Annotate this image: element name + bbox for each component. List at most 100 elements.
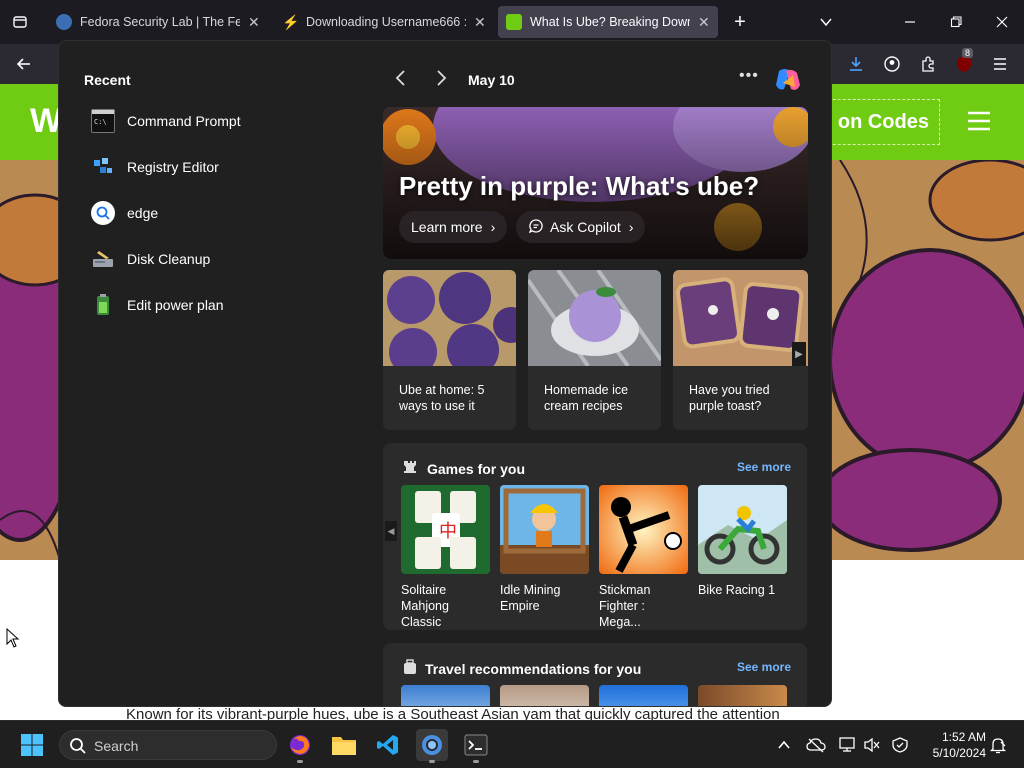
miner-image (500, 485, 589, 574)
chevron-right-icon: › (628, 219, 634, 235)
recent-item-command-prompt[interactable]: C:\ Command Prompt (91, 105, 341, 137)
windows-start-icon[interactable] (16, 729, 48, 761)
ask-copilot-label: Ask Copilot (550, 219, 621, 235)
travel-thumbnail[interactable] (599, 685, 688, 706)
restore-icon[interactable] (944, 10, 968, 34)
carousel-next-arrow[interactable]: ▶ (792, 342, 806, 366)
extensions-icon[interactable] (916, 52, 940, 76)
story-card-purple-toast[interactable]: Have you tried purple toast? (673, 270, 808, 430)
chevron-left-icon[interactable] (391, 69, 411, 91)
search-icon (91, 201, 115, 225)
recent-item-edit-power-plan[interactable]: Edit power plan (91, 289, 341, 321)
firefox-icon[interactable] (284, 729, 316, 763)
story-card-ice-cream[interactable]: Homemade ice cream recipes (528, 270, 661, 430)
recent-heading: Recent (84, 72, 131, 88)
plus-icon[interactable]: + (728, 10, 752, 34)
game-bike-racing-1[interactable]: Bike Racing 1 (698, 485, 787, 598)
ube-buns-image (383, 270, 516, 376)
ask-copilot-button[interactable]: Ask Copilot › (516, 211, 646, 243)
extension-badge: 8 (962, 48, 974, 58)
command-prompt-icon: C:\ (91, 109, 115, 133)
game-name: Idle Mining Empire (500, 583, 561, 613)
tab-downloading-username666[interactable]: ⚡ Downloading Username666 : In ✕ (274, 6, 496, 38)
file-explorer-icon[interactable] (328, 729, 360, 761)
minimize-icon[interactable] (898, 10, 922, 34)
carousel-prev-arrow[interactable]: ◀ (385, 521, 397, 541)
disk-cleanup-icon (91, 247, 115, 271)
tab-title: Fedora Security Lab | The Fedor (80, 15, 240, 29)
game-stickman-fighter[interactable]: Stickman Fighter : Mega... (599, 485, 688, 630)
travel-thumbnail[interactable] (698, 685, 787, 706)
taskbar-search-input[interactable] (94, 736, 264, 756)
game-name: Bike Racing 1 (698, 583, 776, 597)
recent-item-label: Command Prompt (127, 113, 241, 129)
close-tab-icon[interactable]: ✕ (698, 14, 710, 31)
game-name: Stickman Fighter : Mega... (599, 583, 651, 629)
recent-item-registry-editor[interactable]: Registry Editor (91, 151, 341, 183)
hamburger-menu-icon[interactable] (966, 110, 992, 137)
start-menu-panel: Recent C:\ Command Prompt Registry Edito… (58, 40, 832, 707)
hero-story-card[interactable]: Pretty in purple: What's ube? Learn more… (383, 107, 808, 259)
tab-overview-icon[interactable] (8, 10, 32, 34)
copilot-icon[interactable] (773, 65, 803, 95)
clock-time: 1:52 AM (941, 730, 986, 744)
hero-title: Pretty in purple: What's ube? (399, 171, 760, 201)
onedrive-offline-icon[interactable] (806, 735, 826, 755)
learn-more-label: Learn more (411, 219, 483, 235)
story-card-ube-at-home[interactable]: Ube at home: 5 ways to use it (383, 270, 516, 430)
fedora-icon (56, 14, 72, 30)
account-icon[interactable] (880, 52, 904, 76)
battery-saver-icon[interactable] (890, 735, 910, 755)
notification-bell-icon[interactable] (988, 735, 1008, 755)
bolt-icon: ⚡ (282, 14, 300, 30)
feed-date: May 10 (468, 72, 515, 88)
system-clock[interactable]: 1:52 AM 5/10/2024 (922, 729, 986, 761)
tab-fedora-security-lab[interactable]: Fedora Security Lab | The Fedor ✕ (48, 6, 272, 38)
ublock-icon[interactable]: 8 (952, 48, 976, 76)
download-icon[interactable] (844, 52, 868, 76)
taskbar-search-box[interactable] (59, 730, 277, 760)
games-title: Games for you (427, 460, 526, 477)
travel-thumbnail[interactable] (500, 685, 589, 706)
close-window-icon[interactable] (990, 10, 1014, 34)
game-solitaire-mahjong[interactable]: 中 Solitaire Mahjong Classic (401, 485, 490, 630)
chevron-down-icon[interactable] (814, 10, 838, 34)
stickman-image (599, 485, 688, 574)
back-arrow-icon[interactable] (12, 52, 36, 76)
learn-more-button[interactable]: Learn more › (399, 211, 508, 243)
games-section-header: Games for you (403, 459, 525, 478)
games-see-more-link[interactable]: See more (737, 460, 791, 474)
vscode-icon[interactable] (372, 729, 404, 761)
recent-item-label: Registry Editor (127, 159, 219, 175)
chat-bubble-icon (528, 218, 544, 237)
travel-see-more-link[interactable]: See more (737, 660, 791, 674)
terminal-icon[interactable] (460, 729, 492, 763)
recent-item-label: edge (127, 205, 159, 221)
ice-cream-image (528, 270, 661, 368)
tab-title: What Is Ube? Breaking Down Th (530, 15, 690, 29)
menu-icon[interactable] (988, 52, 1012, 76)
chess-rook-icon (403, 459, 419, 478)
chrome-icon[interactable] (416, 729, 448, 763)
close-tab-icon[interactable]: ✕ (248, 14, 260, 31)
recent-item-label: Disk Cleanup (127, 251, 211, 267)
recent-item-label: Edit power plan (127, 297, 224, 313)
close-tab-icon[interactable]: ✕ (474, 14, 486, 31)
recent-item-edge[interactable]: edge (91, 197, 341, 229)
volume-muted-icon[interactable] (862, 735, 882, 755)
game-idle-mining-empire[interactable]: Idle Mining Empire (500, 485, 589, 614)
power-plan-icon (91, 293, 115, 317)
svg-text:C:\: C:\ (94, 118, 107, 126)
recent-item-disk-cleanup[interactable]: Disk Cleanup (91, 243, 341, 275)
chevron-right-icon[interactable] (431, 69, 451, 91)
chevron-up-icon[interactable] (774, 735, 794, 755)
more-options-icon[interactable]: ••• (739, 67, 759, 85)
search-icon (69, 737, 87, 760)
games-section: Games for you See more ◀ 中 Solitaire Mah… (383, 443, 807, 630)
site-logo-icon (506, 14, 522, 30)
network-icon[interactable] (838, 735, 858, 755)
travel-section: Travel recommendations for you See more (383, 643, 807, 706)
browser-tab-bar: Fedora Security Lab | The Fedor ✕ ⚡ Down… (0, 0, 1024, 44)
travel-thumbnail[interactable] (401, 685, 490, 706)
tab-what-is-ube[interactable]: What Is Ube? Breaking Down Th ✕ (498, 6, 718, 38)
